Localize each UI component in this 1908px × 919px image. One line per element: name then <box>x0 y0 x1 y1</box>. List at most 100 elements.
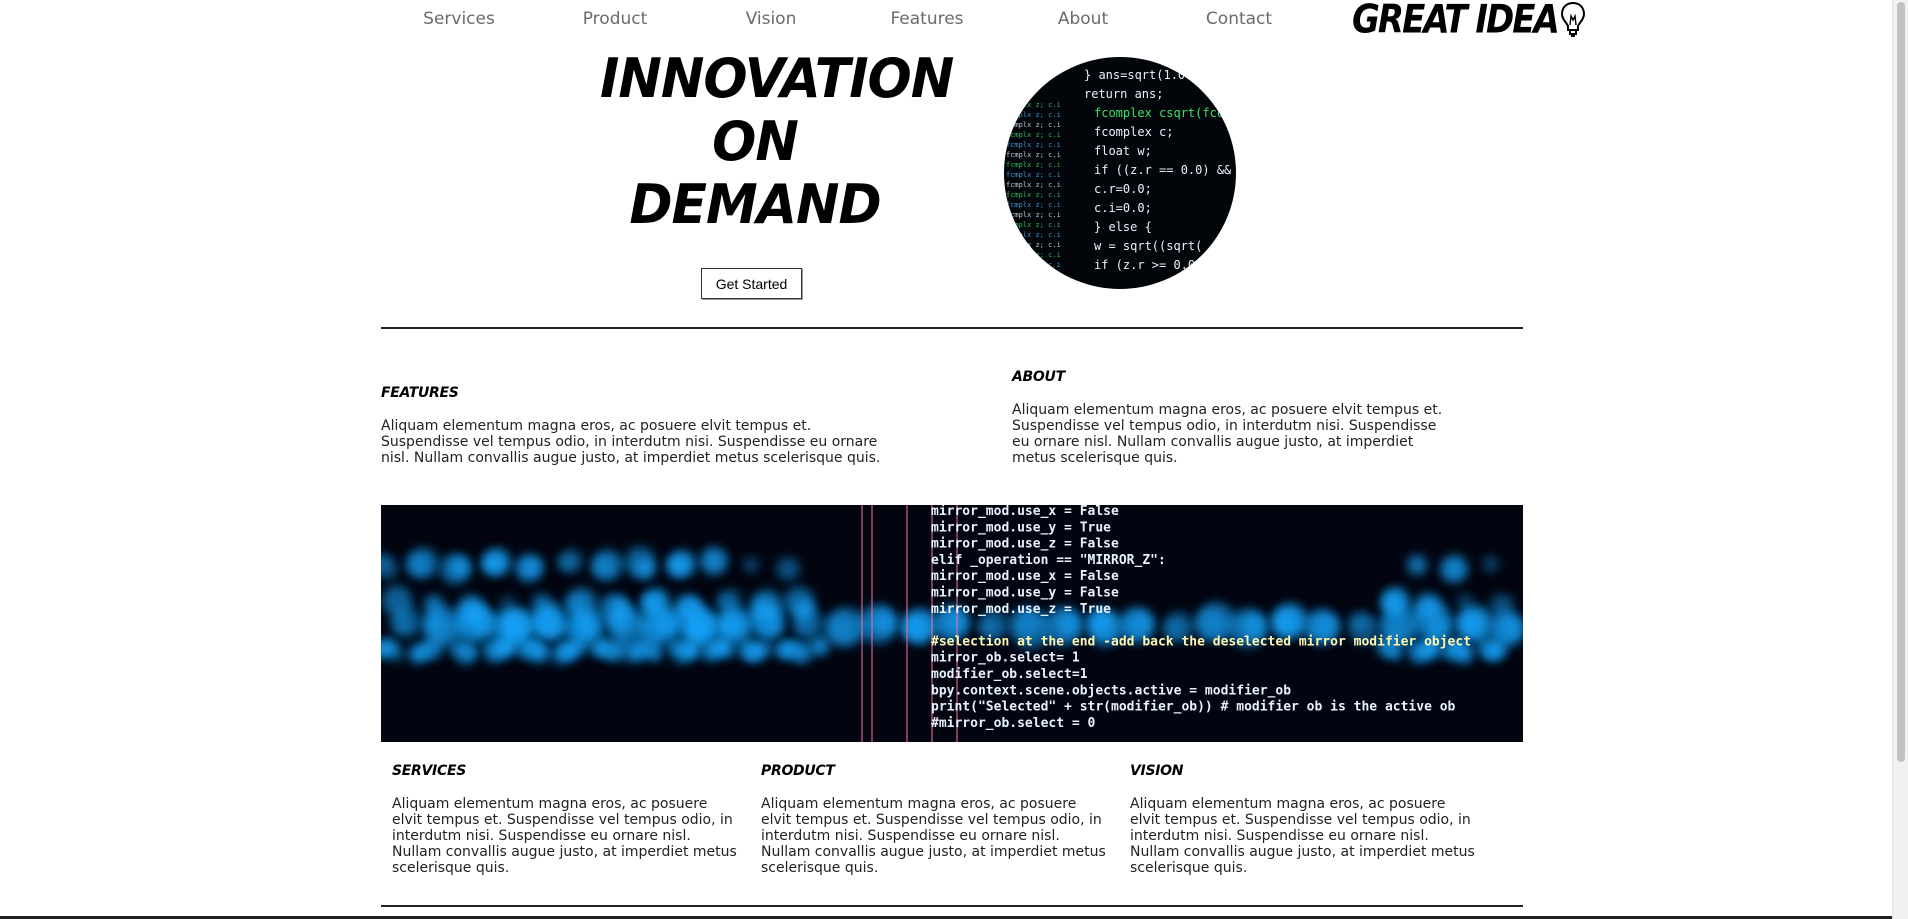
product-title: Product <box>761 763 835 779</box>
code-line: } else { <box>1094 220 1152 234</box>
bokeh-light <box>647 646 663 662</box>
code-line: print("Selected" + str(modifier_ob)) # m… <box>931 700 1456 715</box>
code-line: mirror_mod.use_z = False <box>931 537 1119 552</box>
bokeh-light <box>718 589 742 613</box>
bokeh-light <box>592 549 624 581</box>
code-line: modifier_ob.select=1 <box>931 667 1088 682</box>
code-line: if (z.r >= 0.0) <box>1094 258 1202 272</box>
bokeh-light <box>544 618 566 640</box>
page-scrollbar[interactable] <box>1892 0 1908 919</box>
code-line: mirror_ob.select= 1 <box>931 651 1080 666</box>
brand-logo[interactable]: GREAT IDEA <box>1352 0 1586 43</box>
bokeh-light <box>1456 593 1474 611</box>
about-title: About <box>1012 369 1065 385</box>
glow-line <box>906 505 908 742</box>
bokeh-light <box>533 596 557 620</box>
code-line: mirror_mod.use_x = False <box>931 505 1119 519</box>
code-fragment: fcmplx z; c.i <box>1006 151 1061 159</box>
bokeh-light <box>449 556 471 578</box>
bokeh-light <box>462 644 478 660</box>
hero-title-line-1: Innovation <box>600 47 954 111</box>
code-line: fcomplex c; <box>1094 125 1173 139</box>
services-title: Services <box>392 763 466 779</box>
nav-links: Services Product Vision Features About C… <box>381 9 1317 29</box>
nav-link-vision[interactable]: Vision <box>693 9 849 29</box>
bokeh-light <box>1272 603 1308 639</box>
lightbulb-icon <box>1560 1 1585 37</box>
bokeh-light <box>1490 594 1514 618</box>
hero-code-image: fcmplx z; c.i fcmplx z; c.i fcmplx z; c.i f… <box>1004 57 1236 289</box>
bokeh-light <box>700 547 728 575</box>
code-line: elif _operation == "MIRROR_Z": <box>931 553 1166 568</box>
bokeh-light <box>1414 593 1442 621</box>
code-fragment: fcmplx z; c.i <box>1006 271 1061 279</box>
bokeh-light <box>566 587 598 619</box>
bokeh-light <box>1440 555 1468 583</box>
features-title: Features <box>381 385 459 401</box>
code-line: mirror_mod.use_z = True <box>931 602 1111 617</box>
nav-link-product[interactable]: Product <box>537 9 693 29</box>
bokeh-light <box>608 596 630 618</box>
code-line: } ans=sqrt(1.0*mp <box>1084 68 1207 82</box>
bokeh-light <box>869 608 897 636</box>
code-fragment: fcmplx z; c.i <box>1006 161 1061 169</box>
bokeh-light <box>423 594 445 616</box>
bokeh-light <box>525 557 543 575</box>
code-fragment: fcmplx z; c.i <box>1006 211 1061 219</box>
get-started-button[interactable]: Get Started <box>701 268 802 299</box>
code-fragment: fcmplx z; c.i <box>1006 181 1061 189</box>
hero-title-line-3: Demand <box>629 173 881 237</box>
bokeh-light <box>1316 614 1338 636</box>
bokeh-light <box>1501 616 1523 638</box>
code-fragment: fcmplx z; c.i <box>1006 141 1061 149</box>
bokeh-light <box>381 556 398 580</box>
hero-divider <box>381 327 1523 329</box>
bokeh-light <box>381 585 413 617</box>
services-text: Aliquam elementum magna eros, ac posuere… <box>392 796 737 876</box>
code-fragment: fcmplx z; c.i <box>1006 231 1061 239</box>
bokeh-light <box>1382 587 1410 615</box>
bokeh-light <box>642 588 670 616</box>
hero-title-line-2: On <box>712 110 799 174</box>
hero-code-graphic: fcmplx z; c.i fcmplx z; c.i fcmplx z; c.i f… <box>1006 68 1236 279</box>
bokeh-light <box>776 557 800 581</box>
bokeh-light <box>751 589 783 621</box>
bokeh-light <box>793 598 815 620</box>
code-banner-graphic: mirror_mod.use_x = False mirror_mod.use_… <box>381 505 1523 742</box>
features-text: Aliquam elementum magna eros, ac posuere… <box>381 418 881 466</box>
logo-text: GREAT IDEA <box>1352 0 1560 43</box>
vision-title: Vision <box>1130 763 1184 779</box>
bokeh-light <box>538 645 550 657</box>
code-fragment: fcmplx z; c.i <box>1006 111 1061 119</box>
bokeh-light <box>407 547 439 579</box>
code-line: bpy.context.scene.objects.active = modif… <box>931 683 1291 698</box>
bokeh-light <box>1406 554 1428 576</box>
nav-link-services[interactable]: Services <box>381 9 537 29</box>
bokeh-light <box>422 637 444 659</box>
bokeh-light <box>682 639 702 659</box>
bokeh-light <box>1131 612 1153 634</box>
code-line: mirror_mod.use_y = True <box>931 520 1111 535</box>
vision-text: Aliquam elementum magna eros, ac posuere… <box>1130 796 1475 876</box>
code-fragment: fcmplx z; c.i <box>1006 121 1061 129</box>
code-fragment: fcmplx z; c.i <box>1006 221 1061 229</box>
bokeh-light <box>757 639 775 657</box>
nav-link-about[interactable]: About <box>1005 9 1161 29</box>
code-line: #selection at the end -add back the dese… <box>931 634 1471 649</box>
hero-title: Innovation On Demand <box>600 47 954 237</box>
code-fragment: fcmplx z; c.i <box>1006 251 1061 259</box>
scrollbar-thumb[interactable] <box>1897 2 1905 762</box>
bokeh-light <box>483 548 511 576</box>
bokeh-light <box>499 595 517 613</box>
bokeh-light <box>761 617 783 639</box>
code-fragment: fcmplx z; c.i <box>1006 191 1061 199</box>
code-line: float w; <box>1094 144 1152 158</box>
nav-link-contact[interactable]: Contact <box>1161 9 1317 29</box>
bokeh-light <box>497 637 517 657</box>
product-text: Aliquam elementum magna eros, ac posuere… <box>761 796 1106 876</box>
bokeh-light <box>723 647 735 659</box>
nav-link-features[interactable]: Features <box>849 9 1005 29</box>
bokeh-light <box>792 641 814 663</box>
code-fragment: fcmplx z; c.i <box>1006 201 1061 209</box>
glow-line <box>871 505 873 742</box>
